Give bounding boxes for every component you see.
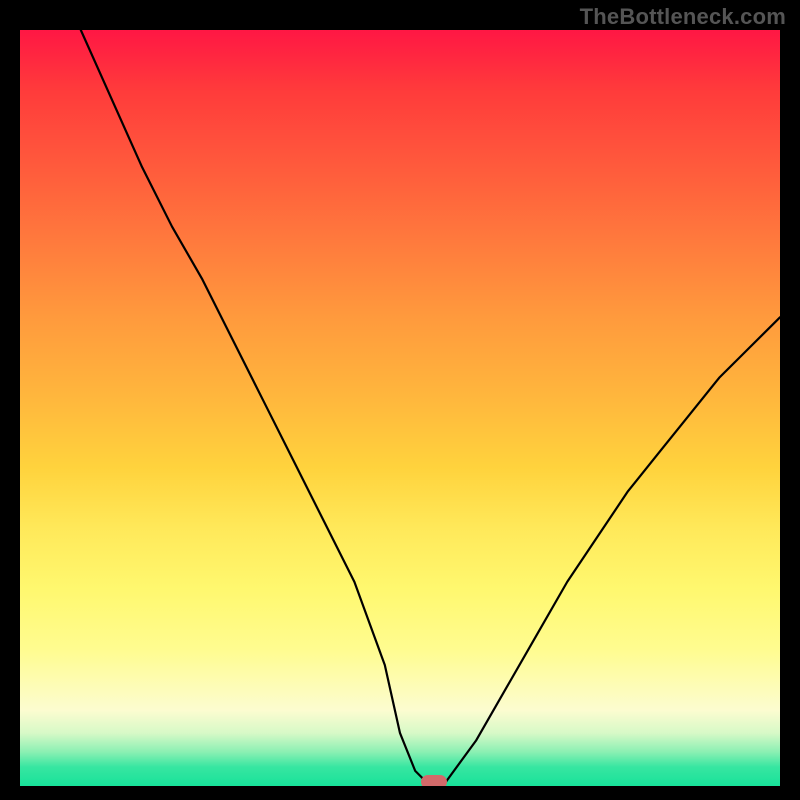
optimal-marker (421, 775, 447, 786)
plot-area (20, 30, 780, 786)
watermark-text: TheBottleneck.com (580, 4, 786, 30)
chart-frame: TheBottleneck.com (0, 0, 800, 800)
curve-svg (20, 30, 780, 786)
bottleneck-curve-path (81, 30, 780, 782)
